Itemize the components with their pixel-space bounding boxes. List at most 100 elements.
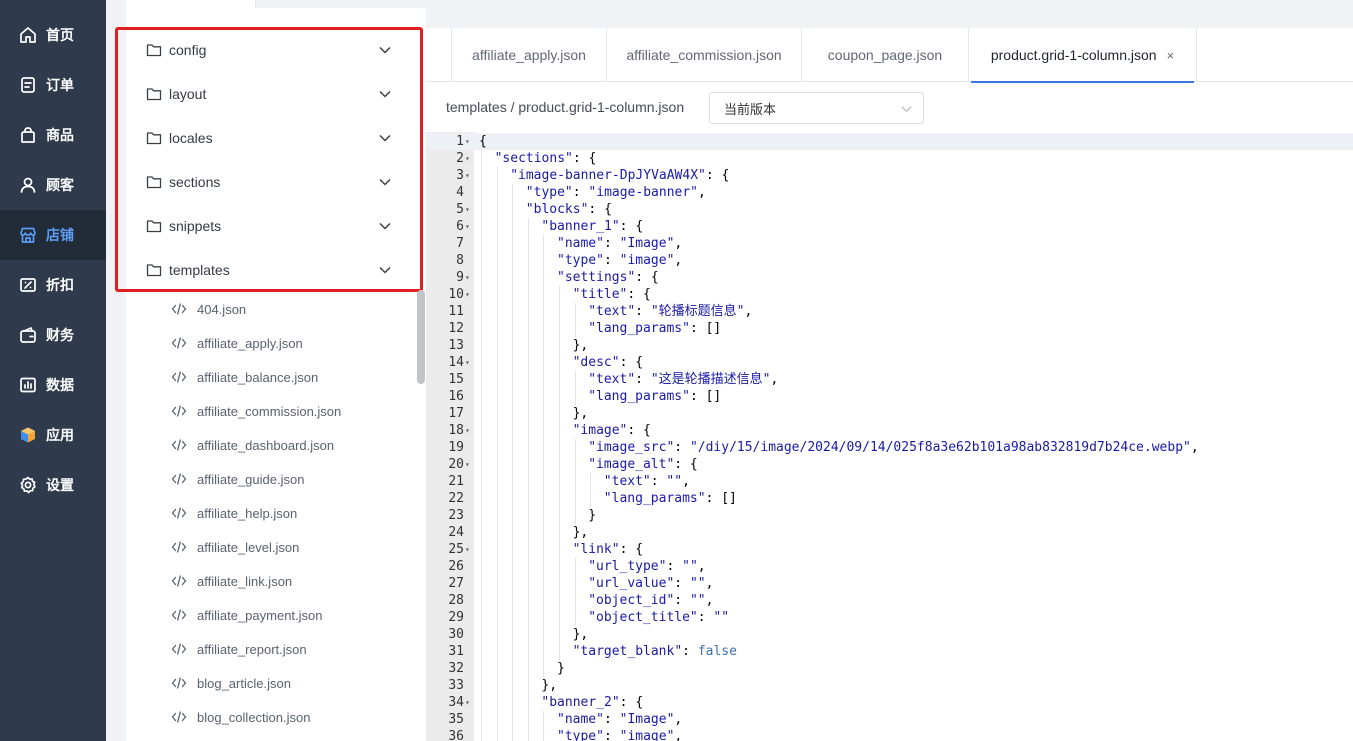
fold-toggle-icon[interactable]: ▾ [465,422,470,439]
fold-toggle-icon[interactable]: ▾ [465,456,470,473]
indent-guide [590,473,592,490]
fold-toggle-icon[interactable]: ▾ [465,541,470,558]
folder-layout[interactable]: layout [126,72,414,116]
file-item[interactable]: affiliate_balance.json [126,360,414,394]
code-file-icon [171,575,187,587]
code-token: "url_type" [588,559,667,574]
code-token: : [] [705,491,737,506]
file-item[interactable]: affiliate_help.json [126,496,414,530]
indent-guide [481,388,482,405]
sidebar-item-9[interactable]: 设置 [0,460,106,510]
file-item[interactable]: affiliate_link.json [126,564,414,598]
sidebar-icon-wrap [18,175,38,195]
indent-guide [527,728,529,741]
sidebar-item-2[interactable]: 商品 [0,110,106,160]
fold-toggle-icon[interactable]: ▾ [465,354,470,371]
main-sidebar: 首页 订单 商品 顾客 店铺折扣财务 数据 应用设置 [0,0,106,741]
tab-3[interactable]: product.grid-1-column.json × [969,28,1197,83]
folder-snippets[interactable]: snippets [126,204,414,248]
file-item[interactable]: affiliate_dashboard.json [126,428,414,462]
code-line: 2 ▾ "sections": { [426,150,1353,167]
file-item[interactable]: blog_article.json [126,666,414,700]
sidebar-item-5[interactable]: 折扣 [0,260,106,310]
tab-1[interactable]: affiliate_commission.json [607,28,802,82]
indent-guide [527,609,529,626]
indent-guide [512,711,514,728]
chevron-down-icon [379,90,391,98]
line-number: 6 [456,219,464,234]
tab-2[interactable]: coupon_page.json [802,28,969,82]
indent-guide [481,201,482,218]
finance-icon [20,327,36,343]
fold-toggle-icon[interactable]: ▾ [465,133,470,150]
line-number: 30 [448,627,464,642]
indent-guide [496,677,498,694]
indent-guide [574,592,576,609]
file-tree-scrollbar[interactable] [417,290,425,384]
fold-toggle-icon[interactable]: ▾ [465,269,470,286]
line-number: 25 [448,542,464,557]
code-token: "image" [572,423,628,438]
fold-toggle-icon[interactable]: ▾ [465,201,470,218]
indent-guide [559,405,560,422]
file-label: affiliate_link.json [197,573,293,589]
line-number: 10 [448,287,464,302]
file-item[interactable]: affiliate_payment.json [126,598,414,632]
folder-sections[interactable]: sections [126,160,414,204]
indent-guide [512,303,514,320]
folder-config[interactable]: config [126,28,414,72]
indent-guide [496,371,498,388]
sidebar-item-6[interactable]: 财务 [0,310,106,360]
indent-guide [481,252,482,269]
fold-toggle-icon[interactable]: ▾ [465,218,470,235]
fold-toggle-icon[interactable]: ▾ [465,167,470,184]
theme-code-editor-app: 首页 订单 商品 顾客 店铺折扣财务 数据 应用设置 config layout locales… [0,0,1353,741]
code-editor[interactable]: 1 ▾{2 ▾ "sections": {3 ▾ "image-banner-DpJYVa… [426,132,1353,741]
file-item[interactable]: 404.json [126,292,414,326]
fold-toggle-icon[interactable]: ▾ [465,694,470,711]
file-item[interactable]: affiliate_guide.json [126,462,414,496]
code-token: "image_src" [588,440,675,455]
folder-label: layout [169,86,207,102]
code-token: }, [541,678,558,693]
sidebar-item-label: 折扣 [46,278,74,294]
indent-guide [543,354,545,371]
tab-0[interactable]: affiliate_apply.json [451,28,607,82]
indent-guide [496,218,498,235]
file-item[interactable]: affiliate_commission.json [126,394,414,428]
indent-guide [559,303,560,320]
file-item[interactable]: affiliate_apply.json [126,326,414,360]
code-token: "" [666,474,683,489]
code-line: 7 "name": "Image", [426,235,1353,252]
sidebar-item-7[interactable]: 数据 [0,360,106,410]
file-tabs: affiliate_apply.json affiliate_commission… [426,28,1353,83]
code-file-icon [171,439,187,451]
indent-guide [512,609,514,626]
version-select[interactable]: 当前版本 [709,92,924,124]
code-token: "banner_2" [541,695,620,710]
fold-toggle-icon[interactable]: ▾ [465,150,470,167]
indent-guide [481,677,482,694]
folder-locales[interactable]: locales [126,116,414,160]
indent-guide [496,388,498,405]
sidebar-item-label: 设置 [46,478,74,494]
code-token: "title" [572,287,628,302]
sidebar-item-4[interactable]: 店铺 [0,210,106,260]
file-item[interactable]: blog_collection.json [126,700,414,734]
folder-templates[interactable]: templates [126,248,414,292]
sidebar-item-1[interactable]: 订单 [0,60,106,110]
indent-guide [481,269,482,286]
indent-guide [559,575,560,592]
file-item[interactable]: affiliate_level.json [126,530,414,564]
file-item[interactable]: affiliate_report.json [126,632,414,666]
code-line: 28 "object_id": "", [426,592,1353,609]
sidebar-item-8[interactable]: 应用 [0,410,106,460]
code-token: "link" [572,542,620,557]
folder-icon [146,176,162,189]
code-token: , [697,559,706,574]
close-tab-icon[interactable]: × [1167,48,1175,63]
sidebar-item-3[interactable]: 顾客 [0,160,106,210]
chevron-down-icon [379,266,391,274]
sidebar-item-0[interactable]: 首页 [0,10,106,60]
fold-toggle-icon[interactable]: ▾ [465,286,470,303]
